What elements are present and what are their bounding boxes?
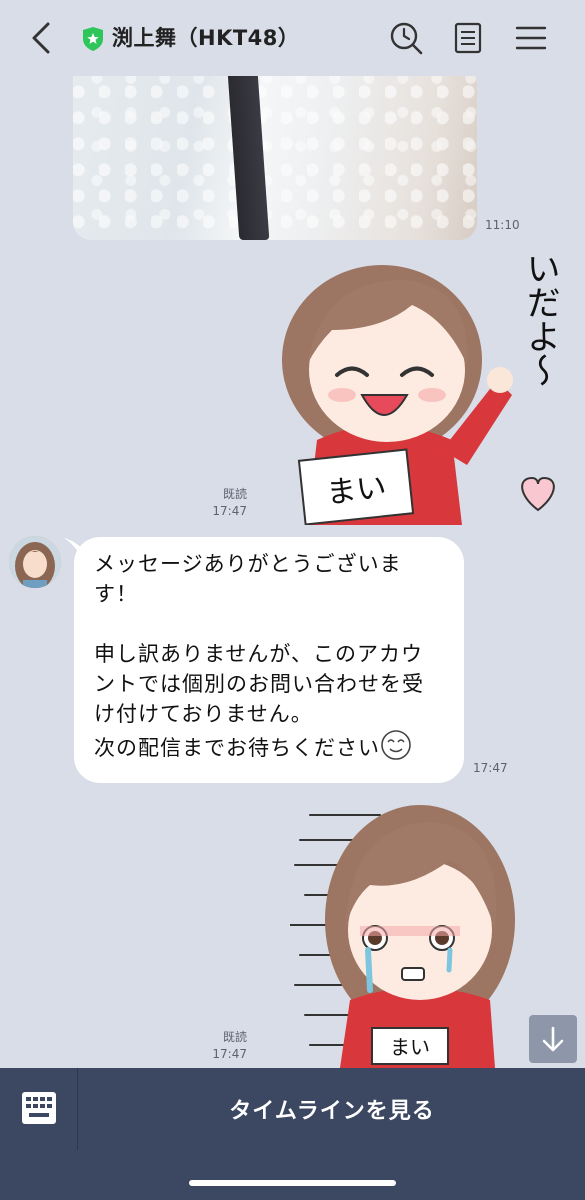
- sticker1-caption: まいだよ〜: [520, 250, 560, 387]
- avatar-portrait: [9, 536, 61, 588]
- sticker1-name-tag: まい: [325, 470, 388, 511]
- sticker-mai-crying[interactable]: まい: [290, 800, 520, 1068]
- read-receipt: 既読: [222, 487, 247, 501]
- sticker1-status: 既読 17:47: [205, 486, 247, 520]
- reply-message-bubble[interactable]: メッセージありがとうございま す！ 申し訳ありませんが、このアカウ ントでは個別…: [74, 537, 464, 783]
- reply-line-2: す！: [94, 582, 138, 606]
- chat-header: 渕上舞（HKT48）: [0, 0, 585, 76]
- reply-line-4: ントでは個別のお問い合わせを受: [94, 672, 424, 696]
- photo-message[interactable]: [73, 58, 477, 240]
- sticker2-timestamp: 17:47: [212, 1047, 247, 1061]
- back-icon[interactable]: [24, 18, 58, 58]
- sticker1-timestamp: 17:47: [212, 504, 247, 518]
- photo-lace-texture: [73, 58, 477, 240]
- scroll-down-icon: [542, 1026, 564, 1052]
- avatar[interactable]: [9, 536, 61, 588]
- home-indicator[interactable]: [189, 1180, 396, 1186]
- menu-icon[interactable]: [511, 18, 551, 58]
- reply-line-1: メッセージありがとうございま: [94, 552, 402, 576]
- sticker2-status: 既読 17:47: [205, 1029, 247, 1063]
- view-timeline-button[interactable]: タイムラインを見る: [79, 1068, 585, 1150]
- photo-timestamp: 11:10: [485, 218, 520, 232]
- verified-shield-icon: [83, 27, 103, 51]
- reply-line-6: 次の配信までお待ちください: [94, 736, 380, 760]
- search-icon[interactable]: [386, 18, 426, 58]
- scroll-to-bottom-button[interactable]: [529, 1015, 577, 1063]
- read-receipt: 既読: [222, 1030, 247, 1044]
- reply-line-3: 申し訳ありませんが、このアカウ: [94, 642, 423, 666]
- chat-title[interactable]: 渕上舞（HKT48）: [112, 22, 299, 52]
- reply-timestamp: 17:47: [473, 761, 508, 775]
- reply-line-6-row: 次の配信までお待ちください: [94, 729, 444, 763]
- sticker-mai-waving[interactable]: まい まいだよ〜: [262, 250, 572, 525]
- sticker2-name-tag: まい: [390, 1035, 430, 1059]
- reply-line-5: け付けておりません。: [94, 702, 313, 726]
- notes-icon[interactable]: [448, 18, 488, 58]
- keyboard-button[interactable]: [0, 1068, 78, 1150]
- keyboard-icon: [22, 1092, 56, 1124]
- smiling-face-icon: [381, 730, 411, 760]
